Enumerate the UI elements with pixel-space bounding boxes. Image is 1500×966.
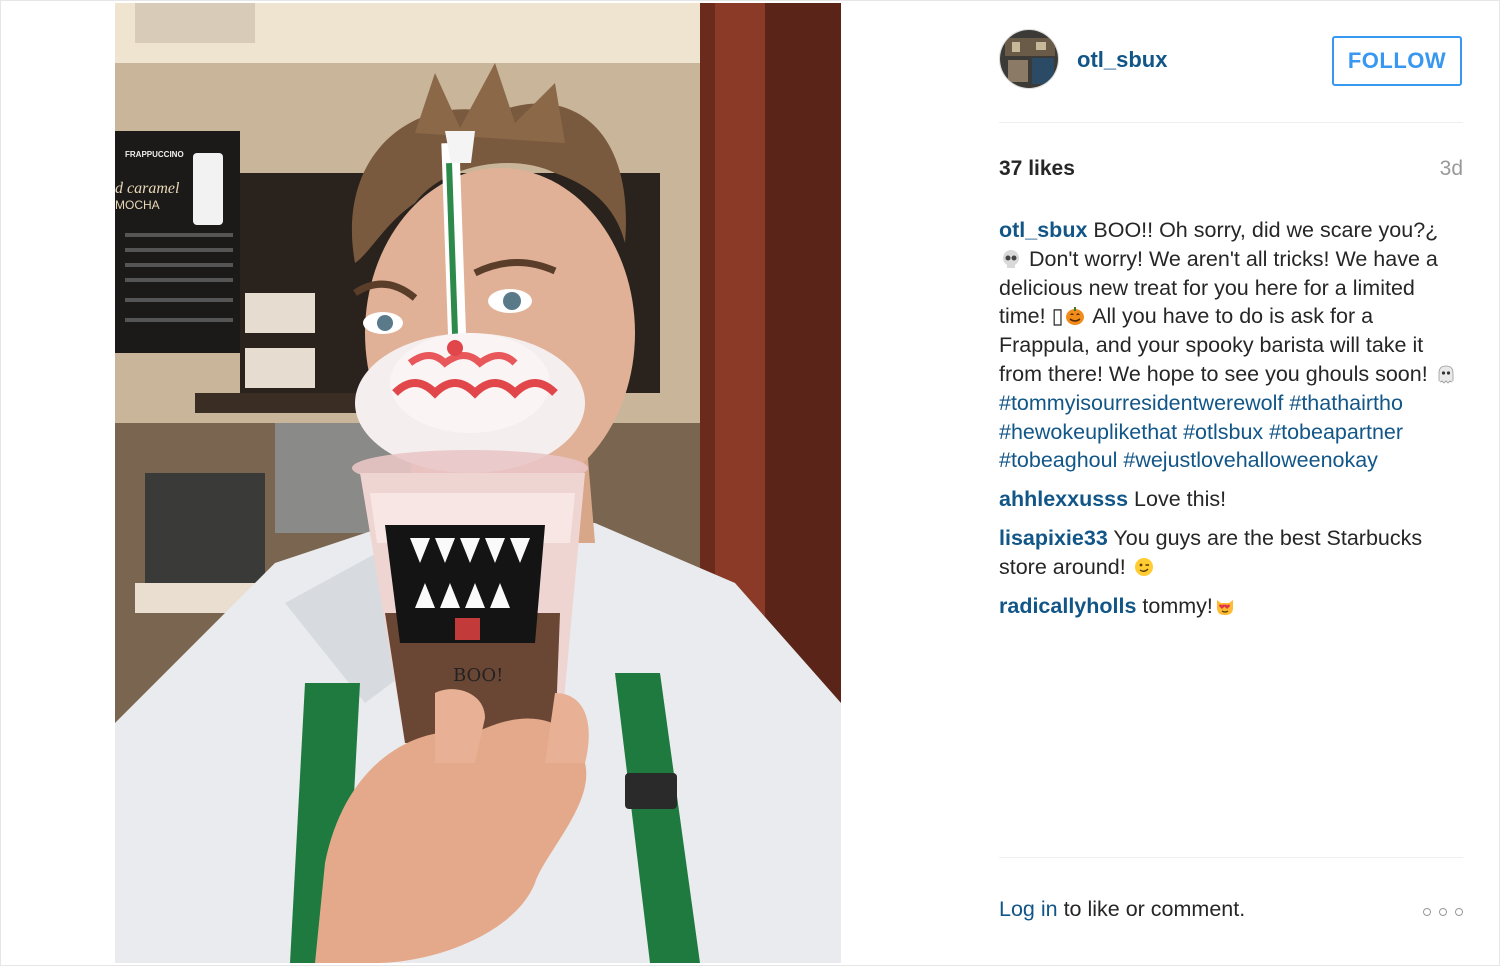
comment-username[interactable]: ahhlexxusss <box>999 487 1128 511</box>
comment-text: Love this! <box>1128 487 1227 512</box>
hashtag[interactable]: #otlsbux <box>1183 420 1263 444</box>
login-link[interactable]: Log in <box>999 897 1058 921</box>
login-prompt-text: to like or comment. <box>1057 897 1246 921</box>
comment: lisapixie33 You guys are the best Starbu… <box>999 524 1463 582</box>
menu-board-line-1: d caramel <box>115 180 180 197</box>
cup-fangs-sticker <box>385 525 545 643</box>
menu-board-title: FRAPPUCCINO <box>125 150 184 159</box>
comment-username[interactable]: lisapixie33 <box>999 526 1108 550</box>
comment-text: tommy! <box>1136 593 1213 618</box>
comment: ahhlexxusss Love this! <box>999 485 1463 514</box>
caption-text-1: BOO!! Oh sorry, did we scare you?¿ <box>1087 218 1439 242</box>
post-author-username[interactable]: otl_sbux <box>1077 47 1167 73</box>
post-sidebar: otl_sbux FOLLOW 37 likes 3d otl_sbux BOO… <box>999 0 1463 966</box>
skull-emoji <box>1003 249 1019 268</box>
wink-emoji <box>1134 557 1153 576</box>
caption-text-3: All you have to do is ask for a Frappula… <box>999 304 1434 386</box>
comments-list: otl_sbux BOO!! Oh sorry, did we scare yo… <box>999 216 1463 630</box>
hashtag[interactable]: #tobeapartner <box>1269 420 1403 444</box>
divider <box>999 857 1463 858</box>
hashtag[interactable]: #thathairtho <box>1289 391 1403 415</box>
comment: radicallyholls tommy! <box>999 592 1463 621</box>
post-age[interactable]: 3d <box>1440 157 1463 181</box>
comment-username[interactable]: radicallyholls <box>999 594 1136 618</box>
heart-eyes-cat-emoji <box>1216 599 1233 615</box>
caption-username[interactable]: otl_sbux <box>999 218 1087 242</box>
cup-handwriting: BOO! <box>453 665 503 686</box>
hashtag[interactable]: #wejustlovehalloweenokay <box>1123 448 1378 472</box>
hashtag[interactable]: #hewokeuplikethat <box>999 420 1177 444</box>
caption: otl_sbux BOO!! Oh sorry, did we scare yo… <box>999 216 1463 475</box>
follow-button[interactable]: FOLLOW <box>1332 36 1462 86</box>
more-options-icon[interactable] <box>1423 905 1463 919</box>
hashtag[interactable]: #tommyisourresidentwerewolf <box>999 391 1283 415</box>
pumpkin-emoji <box>1066 307 1085 326</box>
menu-board: FRAPPUCCINO d caramel MOCHA <box>115 131 240 353</box>
post-photo[interactable]: FRAPPUCCINO d caramel MOCHA BOO! <box>115 3 841 963</box>
likes-count[interactable]: 37 likes <box>999 157 1075 181</box>
ghost-emoji <box>1438 365 1454 384</box>
divider <box>999 122 1463 123</box>
avatar[interactable] <box>999 29 1059 89</box>
menu-board-line-2: MOCHA <box>115 198 160 212</box>
login-prompt: Log in to like or comment. <box>999 897 1245 922</box>
hashtag[interactable]: #tobeaghoul <box>999 448 1117 472</box>
